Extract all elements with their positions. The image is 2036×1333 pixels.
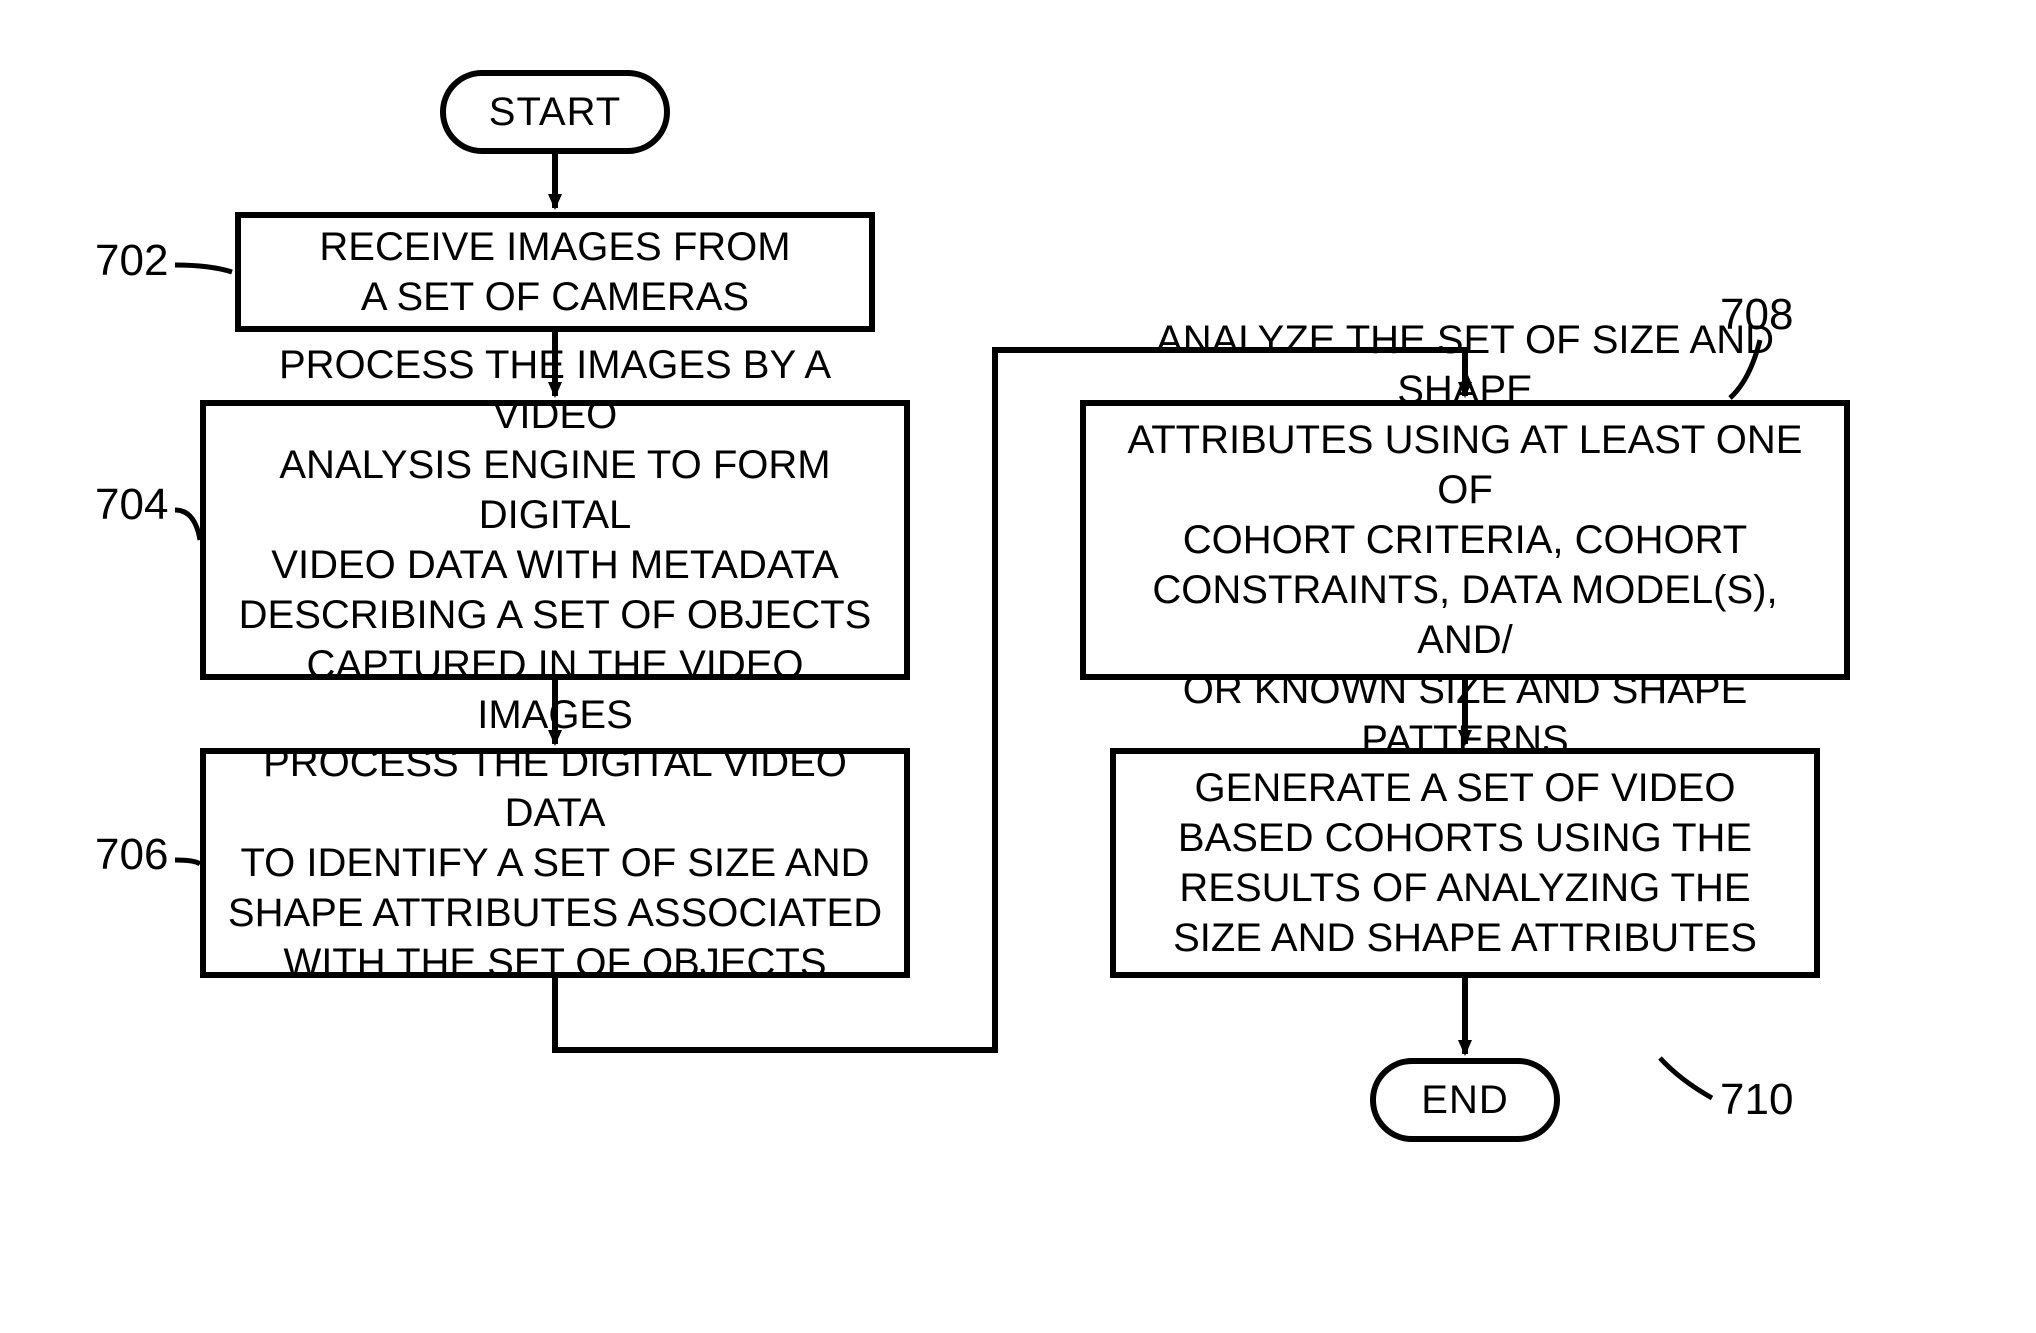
step-702-box: RECEIVE IMAGES FROM A SET OF CAMERAS (235, 212, 875, 332)
step-710-box: GENERATE A SET OF VIDEO BASED COHORTS US… (1110, 748, 1820, 978)
end-terminator: END (1370, 1058, 1560, 1142)
ref-704: 704 (95, 480, 168, 530)
leader-706 (175, 860, 200, 864)
step-708-box: ANALYZE THE SET OF SIZE AND SHAPE ATTRIB… (1080, 400, 1850, 680)
step-704-box: PROCESS THE IMAGES BY A VIDEO ANALYSIS E… (200, 400, 910, 680)
leader-704 (175, 510, 200, 540)
ref-708: 708 (1720, 290, 1793, 340)
ref-702: 702 (95, 236, 168, 286)
flowchart-canvas: START RECEIVE IMAGES FROM A SET OF CAMER… (0, 0, 2036, 1333)
start-label: START (489, 90, 621, 135)
ref-710: 710 (1720, 1075, 1793, 1125)
leader-702 (175, 265, 232, 272)
end-label: END (1421, 1078, 1508, 1123)
start-terminator: START (440, 70, 670, 154)
ref-706: 706 (95, 830, 168, 880)
leader-710 (1660, 1058, 1712, 1098)
step-706-box: PROCESS THE DIGITAL VIDEO DATA TO IDENTI… (200, 748, 910, 978)
